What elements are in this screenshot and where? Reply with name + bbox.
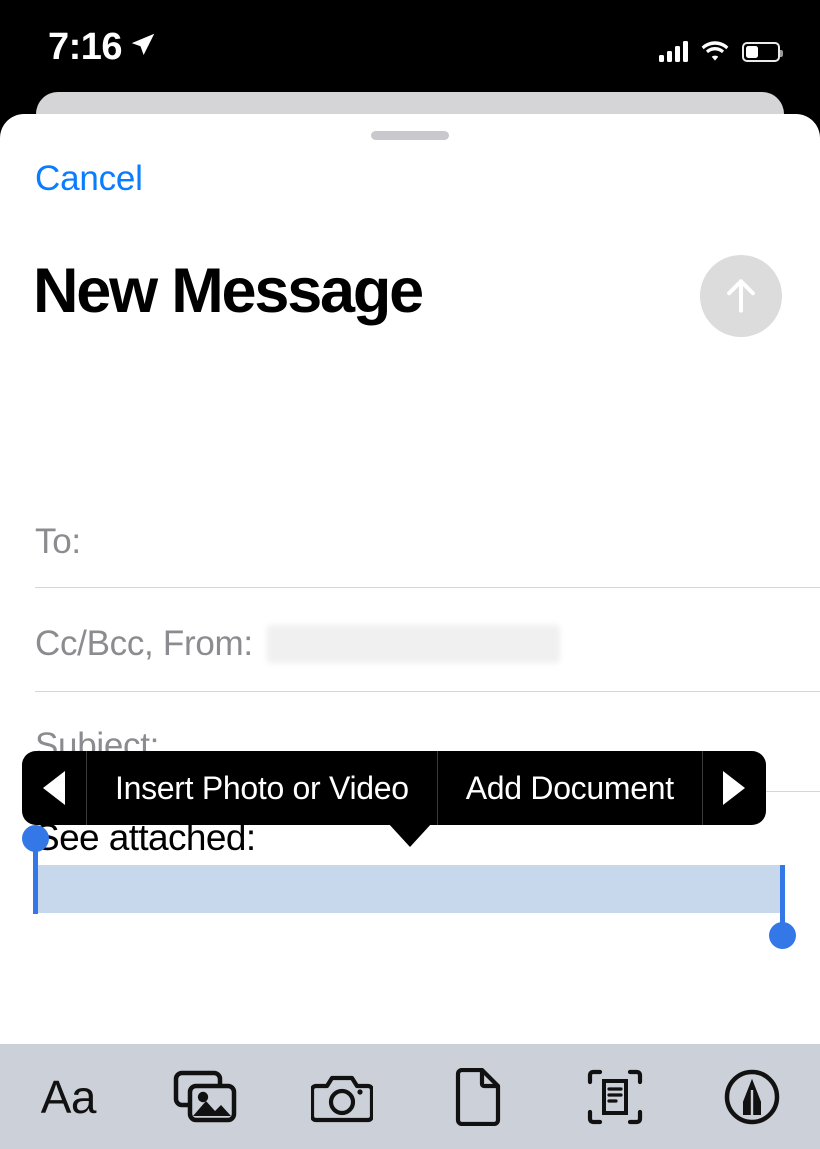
toolbar-markup-button[interactable] (683, 1044, 820, 1149)
field-row-to[interactable]: To: (0, 492, 820, 592)
status-bar-time: 7:16 (48, 26, 123, 68)
toolbar-photo-library-button[interactable] (137, 1044, 274, 1149)
triangle-right-icon (723, 771, 746, 805)
field-divider-cc (35, 691, 820, 692)
field-label-to: To: (35, 522, 81, 561)
arrow-up-icon (727, 279, 755, 313)
triangle-left-icon (43, 771, 65, 805)
text-selection-context-menu: Insert Photo or Video Add Document (22, 751, 766, 825)
context-menu-next-button[interactable] (701, 751, 766, 825)
toolbar-document-button[interactable] (410, 1044, 547, 1149)
send-button[interactable] (700, 255, 782, 337)
context-menu-item-add-document[interactable]: Add Document (436, 751, 702, 825)
text-selection-highlight (35, 865, 783, 913)
sheet-grabber-handle[interactable] (371, 131, 449, 140)
redacted-email-address (266, 625, 560, 663)
toolbar-text-format-button[interactable]: Aa (0, 1044, 137, 1149)
field-label-cc-bcc-from: Cc/Bcc, From: (35, 624, 253, 663)
scan-document-icon (587, 1069, 643, 1124)
status-bar: 7:16 (0, 0, 820, 92)
selection-handle-start[interactable] (22, 825, 49, 914)
toolbar-camera-button[interactable] (273, 1044, 410, 1149)
compose-sheet: Cancel New Message To: Cc/Bcc, From: Sub… (0, 114, 820, 1149)
wifi-icon (701, 41, 729, 61)
context-menu-item-insert-photo-or-video[interactable]: Insert Photo or Video (86, 751, 437, 825)
context-menu-pointer-tail (388, 823, 432, 847)
context-menu-prev-button[interactable] (22, 751, 86, 825)
location-arrow-icon (131, 33, 155, 55)
selection-handle-end[interactable] (769, 865, 796, 949)
markup-pen-icon (724, 1069, 779, 1124)
battery-icon (742, 42, 783, 62)
document-icon (456, 1067, 501, 1126)
camera-icon (310, 1075, 373, 1122)
field-row-cc-bcc-from[interactable]: Cc/Bcc, From: (0, 594, 820, 694)
cellular-bars-icon (659, 40, 688, 62)
attachment-toolbar: Aa (0, 1044, 820, 1149)
photo-library-icon (173, 1070, 237, 1122)
text-format-aa-icon: Aa (40, 1070, 97, 1123)
page-title: New Message (33, 256, 424, 326)
status-bar-indicators (659, 32, 783, 62)
cancel-button[interactable]: Cancel (35, 158, 143, 200)
toolbar-scan-document-button[interactable] (547, 1044, 684, 1149)
field-divider-to (35, 587, 820, 588)
phone-screen: 7:16 Cancel New Message To: Cc/Bcc, From… (0, 0, 820, 1149)
